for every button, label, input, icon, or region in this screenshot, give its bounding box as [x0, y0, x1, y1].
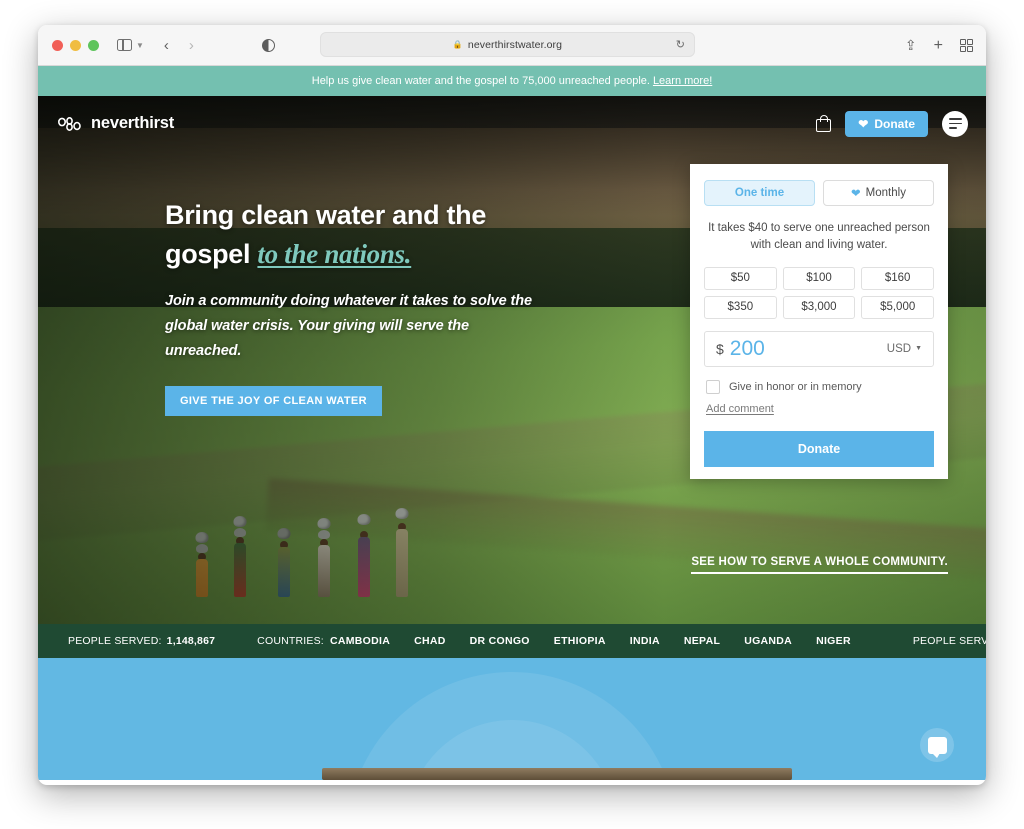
- frequency-toggle: One time ❤ Monthly: [704, 180, 934, 206]
- site-header: neverthirst ❤ Donate: [38, 96, 986, 151]
- browser-window: ▼ ‹ › 🔒 neverthirstwater.org ↻ ⇪ + Help …: [38, 25, 986, 785]
- hamburger-menu-icon[interactable]: [942, 110, 968, 137]
- plus-icon[interactable]: +: [934, 37, 943, 55]
- hero-title-line1: Bring clean water and the: [165, 200, 487, 230]
- hero-title-line2-prefix: gospel: [165, 239, 258, 270]
- blue-section: [38, 658, 986, 780]
- currency-selector[interactable]: USD ▼: [887, 343, 922, 355]
- ticker-country-item: NIGER: [816, 635, 851, 647]
- decorative-wood-edge: [322, 768, 792, 780]
- browser-toolbar: ▼ ‹ › 🔒 neverthirstwater.org ↻ ⇪ +: [38, 25, 986, 66]
- heart-icon: ❤: [858, 116, 869, 131]
- donation-note: It takes $40 to serve one unreached pers…: [708, 222, 930, 252]
- amount-preset-button[interactable]: $100: [782, 266, 856, 290]
- ticker-people-served: PEOPLE SERVED: 1,148,867: [68, 635, 215, 647]
- minimize-window-button[interactable]: [70, 39, 81, 51]
- people-served-value: 1,148,867: [166, 635, 216, 647]
- chevron-down-icon: ▼: [136, 40, 144, 50]
- hero-cta-button[interactable]: GIVE THE JOY OF CLEAN WATER: [165, 386, 382, 417]
- close-window-button[interactable]: [52, 39, 63, 51]
- promo-text: Help us give clean water and the gospel …: [311, 75, 650, 87]
- hero-subtitle: Join a community doing whatever it takes…: [165, 292, 532, 359]
- currency-code-label: USD: [886, 342, 912, 355]
- amount-preset-grid: $50 $100 $160 $350 $3,000 $5,000: [704, 266, 934, 319]
- lock-icon: 🔒: [452, 40, 463, 49]
- amount-input[interactable]: [729, 336, 850, 361]
- people-served-label: PEOPLE SERVED:: [68, 635, 162, 647]
- tab-grid-icon[interactable]: [960, 39, 973, 52]
- ticker-people-served-repeat: PEOPLE SERVED:1,148,867: [913, 635, 986, 647]
- hero-title: Bring clean water and the gospel to the …: [165, 196, 545, 275]
- address-bar[interactable]: 🔒 neverthirstwater.org ↻: [320, 32, 695, 57]
- countries-label: COUNTRIES:: [257, 635, 324, 647]
- donate-submit-button[interactable]: Donate: [704, 430, 934, 467]
- ticker-country-item: CHAD: [414, 635, 446, 647]
- currency-symbol: $: [716, 340, 724, 357]
- ticker-track: PEOPLE SERVED: 1,148,867 COUNTRIES: CAMBO…: [38, 635, 986, 647]
- frequency-one-time-button[interactable]: One time: [704, 180, 815, 206]
- chat-bubble-icon: [927, 736, 947, 758]
- amount-preset-button[interactable]: $50: [704, 266, 777, 290]
- hero-section: neverthirst ❤ Donate Bring clean water a…: [38, 96, 986, 624]
- honor-memory-row: Give in honor or in memory: [704, 379, 934, 394]
- forward-button[interactable]: ›: [189, 37, 194, 54]
- maximize-window-button[interactable]: [88, 39, 99, 51]
- honor-memory-label: Give in honor or in memory: [729, 380, 862, 393]
- ticker-country-item: ETHIOPIA: [553, 635, 606, 647]
- url-text: neverthirstwater.org: [467, 38, 563, 51]
- chevron-down-icon: ▼: [915, 345, 922, 353]
- frequency-monthly-label: Monthly: [865, 187, 906, 199]
- header-actions: ❤ Donate: [816, 110, 968, 137]
- hero-title-accent: to the nations.: [257, 239, 412, 270]
- ticker-country-item: INDIA: [629, 635, 660, 647]
- amount-preset-button[interactable]: $3,000: [782, 295, 856, 319]
- reader-mode-icon[interactable]: [261, 38, 275, 52]
- promo-banner[interactable]: Help us give clean water and the gospel …: [38, 66, 986, 96]
- ticker-country-item: NEPAL: [683, 635, 721, 647]
- sidebar-toggle-button[interactable]: ▼: [117, 39, 144, 52]
- neverthirst-logo-icon: [58, 116, 81, 131]
- ticker-country-item: UGANDA: [744, 635, 793, 647]
- navigation-buttons: ‹ ›: [164, 37, 194, 54]
- back-button[interactable]: ‹: [164, 37, 169, 54]
- add-comment-link[interactable]: Add comment: [706, 403, 774, 415]
- heart-icon: ❤: [851, 188, 861, 200]
- reload-icon[interactable]: ↻: [676, 38, 685, 51]
- donation-card: One time ❤ Monthly It takes $40 to serve…: [690, 164, 948, 479]
- sidebar-icon: [117, 39, 132, 52]
- site-logo-text: neverthirst: [91, 114, 175, 132]
- honor-memory-checkbox[interactable]: [706, 379, 720, 394]
- amount-preset-button[interactable]: $5,000: [861, 295, 934, 319]
- hero-copy: Bring clean water and the gospel to the …: [165, 196, 545, 417]
- promo-learn-more-link[interactable]: Learn more!: [653, 75, 712, 87]
- shopping-bag-icon[interactable]: [816, 115, 832, 132]
- ticker-country-item: DR CONGO: [469, 635, 530, 647]
- share-icon[interactable]: ⇪: [905, 37, 917, 54]
- toolbar-right-actions: ⇪ +: [905, 25, 973, 66]
- ticker-country-item: CAMBODIA: [329, 635, 391, 647]
- window-controls: [52, 39, 99, 51]
- chat-widget-button[interactable]: [920, 728, 954, 762]
- frequency-monthly-button[interactable]: ❤ Monthly: [823, 180, 934, 206]
- stats-ticker: PEOPLE SERVED: 1,148,867 COUNTRIES: CAMBO…: [38, 624, 986, 658]
- custom-amount-field[interactable]: $ USD ▼: [704, 330, 934, 367]
- amount-preset-button[interactable]: $160: [861, 266, 934, 290]
- amount-preset-button[interactable]: $350: [704, 295, 777, 319]
- header-donate-label: Donate: [874, 116, 915, 131]
- header-donate-button[interactable]: ❤ Donate: [845, 110, 928, 137]
- site-logo[interactable]: neverthirst: [58, 114, 174, 133]
- frequency-one-time-label: One time: [734, 187, 785, 199]
- people-served-label-repeat: PEOPLE SERVED:: [912, 635, 986, 647]
- see-how-link[interactable]: SEE HOW TO SERVE A WHOLE COMMUNITY.: [691, 556, 948, 574]
- ticker-countries-label: COUNTRIES:: [257, 635, 324, 647]
